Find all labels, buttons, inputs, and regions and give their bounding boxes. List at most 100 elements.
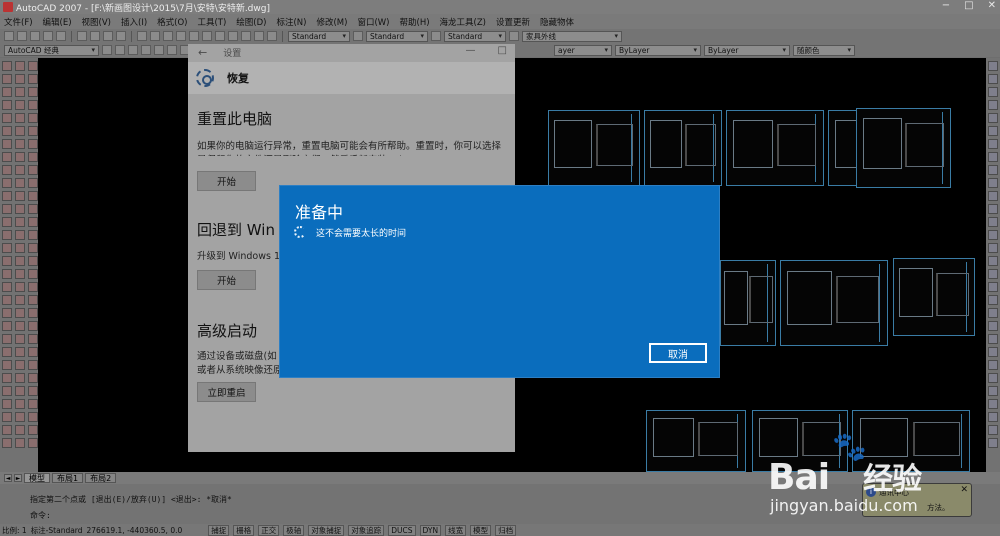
copy-icon[interactable] bbox=[90, 31, 100, 41]
menu-file[interactable]: 文件(F) bbox=[4, 16, 33, 28]
cad-tool-icon[interactable] bbox=[15, 425, 25, 435]
tab-model[interactable]: 模型 bbox=[24, 473, 50, 483]
dim-tool-icon[interactable] bbox=[988, 243, 998, 253]
dim-tool-icon[interactable] bbox=[988, 412, 998, 422]
cad-tool-icon[interactable] bbox=[28, 152, 38, 162]
cut-icon[interactable] bbox=[77, 31, 87, 41]
cad-tool-icon[interactable] bbox=[2, 334, 12, 344]
dim-tool-icon[interactable] bbox=[988, 399, 998, 409]
dim-tool-icon[interactable] bbox=[988, 126, 998, 136]
cad-tool-icon[interactable] bbox=[15, 61, 25, 71]
dim-style-select[interactable]: Standard bbox=[366, 30, 428, 42]
dim-tool-icon[interactable] bbox=[988, 256, 998, 266]
cad-tool-icon[interactable] bbox=[28, 282, 38, 292]
dim-tool-icon[interactable] bbox=[988, 113, 998, 123]
cad-tool-icon[interactable] bbox=[2, 113, 12, 123]
cad-tool-icon[interactable] bbox=[15, 204, 25, 214]
cad-tool-icon[interactable] bbox=[2, 256, 12, 266]
cad-tool-icon[interactable] bbox=[15, 191, 25, 201]
cad-tool-icon[interactable] bbox=[15, 412, 25, 422]
dim-style-icon[interactable] bbox=[353, 31, 363, 41]
cad-tool-icon[interactable] bbox=[15, 87, 25, 97]
cad-tool-icon[interactable] bbox=[2, 308, 12, 318]
cad-tool-icon[interactable] bbox=[28, 230, 38, 240]
cad-tool-icon[interactable] bbox=[15, 256, 25, 266]
print-icon[interactable] bbox=[43, 31, 53, 41]
cad-tool-icon[interactable] bbox=[28, 243, 38, 253]
menu-hailong-tools[interactable]: 海龙工具(Z) bbox=[440, 16, 486, 28]
restart-now-button[interactable]: 立即重启 bbox=[197, 382, 256, 402]
layer-freeze-icon[interactable] bbox=[154, 45, 164, 55]
cad-tool-icon[interactable] bbox=[28, 308, 38, 318]
zoom-realtime-icon[interactable] bbox=[176, 31, 186, 41]
cad-tool-icon[interactable] bbox=[28, 217, 38, 227]
cad-tool-icon[interactable] bbox=[28, 126, 38, 136]
dim-tool-icon[interactable] bbox=[988, 230, 998, 240]
cad-tool-icon[interactable] bbox=[15, 282, 25, 292]
cad-tool-icon[interactable] bbox=[28, 178, 38, 188]
cad-tool-icon[interactable] bbox=[15, 100, 25, 110]
menu-hide-objects[interactable]: 隐藏物体 bbox=[540, 16, 574, 28]
layer-state-icon[interactable] bbox=[128, 45, 138, 55]
dim-tool-icon[interactable] bbox=[988, 282, 998, 292]
cad-tool-icon[interactable] bbox=[2, 373, 12, 383]
menu-draw[interactable]: 绘图(D) bbox=[236, 16, 266, 28]
workspace-select[interactable]: AutoCAD 经典 bbox=[4, 44, 99, 56]
dyn-toggle[interactable]: DYN bbox=[419, 524, 442, 536]
redo-icon[interactable] bbox=[150, 31, 160, 41]
cad-tool-icon[interactable] bbox=[2, 139, 12, 149]
table-style-icon[interactable] bbox=[431, 31, 441, 41]
layer-color-select[interactable]: ayer bbox=[554, 44, 612, 56]
cad-tool-icon[interactable] bbox=[2, 126, 12, 136]
cad-tool-icon[interactable] bbox=[15, 269, 25, 279]
cad-tool-icon[interactable] bbox=[15, 386, 25, 396]
cad-tool-icon[interactable] bbox=[28, 347, 38, 357]
cad-tool-icon[interactable] bbox=[2, 178, 12, 188]
cad-tool-icon[interactable] bbox=[2, 282, 12, 292]
workspace-settings-icon[interactable] bbox=[102, 45, 112, 55]
zoom-previous-icon[interactable] bbox=[202, 31, 212, 41]
dim-tool-icon[interactable] bbox=[988, 204, 998, 214]
reset-start-button[interactable]: 开始 bbox=[197, 171, 256, 191]
menu-settings-update[interactable]: 设置更新 bbox=[496, 16, 530, 28]
cad-tool-icon[interactable] bbox=[28, 438, 38, 448]
cad-tool-icon[interactable] bbox=[28, 386, 38, 396]
plot-style-select[interactable]: 随颜色 bbox=[793, 44, 855, 56]
cad-tool-icon[interactable] bbox=[28, 334, 38, 344]
command-input[interactable]: 命令: bbox=[30, 510, 850, 522]
save-icon[interactable] bbox=[30, 31, 40, 41]
snap-toggle[interactable]: 捕捉 bbox=[208, 524, 230, 536]
cad-tool-icon[interactable] bbox=[2, 425, 12, 435]
menu-edit[interactable]: 编辑(E) bbox=[43, 16, 72, 28]
dim-tool-icon[interactable] bbox=[988, 87, 998, 97]
dim-tool-icon[interactable] bbox=[988, 269, 998, 279]
cad-tool-icon[interactable] bbox=[2, 347, 12, 357]
dim-tool-icon[interactable] bbox=[988, 178, 998, 188]
dim-tool-icon[interactable] bbox=[988, 386, 998, 396]
match-properties-icon[interactable] bbox=[116, 31, 126, 41]
undo-icon[interactable] bbox=[137, 31, 147, 41]
cad-tool-icon[interactable] bbox=[15, 373, 25, 383]
layer-manager-icon[interactable] bbox=[509, 31, 519, 41]
cad-tool-icon[interactable] bbox=[15, 178, 25, 188]
cad-tool-icon[interactable] bbox=[2, 386, 12, 396]
cad-tool-icon[interactable] bbox=[2, 360, 12, 370]
menu-insert[interactable]: 插入(I) bbox=[121, 16, 147, 28]
cad-tool-icon[interactable] bbox=[28, 74, 38, 84]
tab-scroll-left-button[interactable]: ◄ bbox=[4, 474, 12, 482]
dim-tool-icon[interactable] bbox=[988, 191, 998, 201]
cad-tool-icon[interactable] bbox=[28, 165, 38, 175]
cad-tool-icon[interactable] bbox=[2, 191, 12, 201]
cad-tool-icon[interactable] bbox=[15, 139, 25, 149]
dim-tool-icon[interactable] bbox=[988, 74, 998, 84]
cancel-button[interactable]: 取消 bbox=[649, 343, 707, 363]
maximize-button[interactable]: □ bbox=[964, 0, 973, 11]
preview-icon[interactable] bbox=[56, 31, 66, 41]
dim-tool-icon[interactable] bbox=[988, 165, 998, 175]
dim-tool-icon[interactable] bbox=[988, 217, 998, 227]
dim-tool-icon[interactable] bbox=[988, 152, 998, 162]
dim-tool-icon[interactable] bbox=[988, 100, 998, 110]
cad-tool-icon[interactable] bbox=[28, 113, 38, 123]
cad-tool-icon[interactable] bbox=[28, 360, 38, 370]
layer-on-icon[interactable] bbox=[141, 45, 151, 55]
